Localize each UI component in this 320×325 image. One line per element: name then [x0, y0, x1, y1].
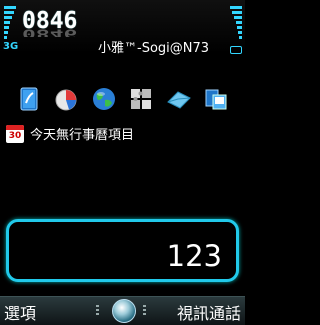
shortcut-bar: [15, 84, 230, 114]
signal-strength-icon: [4, 6, 18, 39]
status-pane: 3G 0846 0846 小雅™-Sogi@N73: [0, 0, 245, 76]
calendar-status-text: 今天無行事曆項目: [30, 128, 135, 143]
clock-reflection: 0846: [22, 29, 78, 37]
operator-name: 小雅™-Sogi@N73: [98, 41, 210, 56]
calendar-icon: 30: [6, 124, 24, 143]
gallery-icon[interactable]: [202, 85, 230, 113]
dialed-number: 123: [166, 239, 222, 273]
options-softkey[interactable]: 選項: [4, 300, 36, 324]
grip-right: [143, 305, 146, 317]
calendar-row[interactable]: 30 今天無行事曆項目: [6, 124, 134, 143]
phone-book-icon[interactable]: [15, 85, 43, 113]
network-type-label: 3G: [3, 41, 19, 52]
calendar-day: 30: [8, 130, 22, 141]
battery-icon: [228, 6, 242, 54]
puzzle-icon[interactable]: [127, 85, 155, 113]
pie-chart-icon[interactable]: [52, 85, 80, 113]
grip-left: [96, 305, 99, 317]
globe-icon[interactable]: [90, 85, 118, 113]
messaging-icon[interactable]: [165, 85, 193, 113]
video-call-softkey[interactable]: 視訊通話: [177, 300, 241, 324]
center-select-key[interactable]: [112, 299, 136, 323]
softkey-bar: 選項 視訊通話: [0, 296, 245, 325]
dial-number-field[interactable]: 123: [6, 219, 239, 282]
